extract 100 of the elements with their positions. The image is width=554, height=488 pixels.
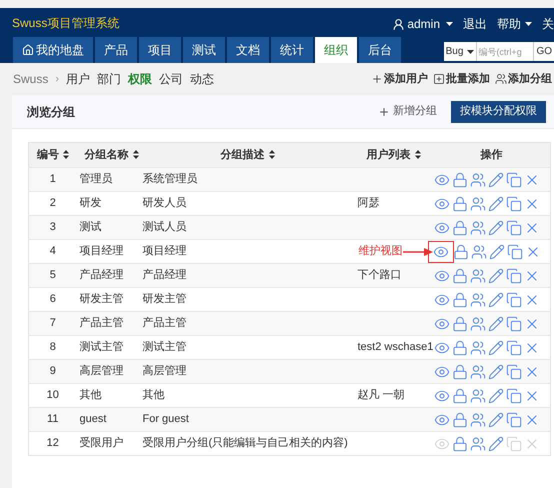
table-cell: For guest xyxy=(140,408,354,432)
lock-icon[interactable] xyxy=(452,292,468,308)
edit-icon[interactable] xyxy=(488,220,504,236)
lock-icon[interactable] xyxy=(452,388,468,404)
copy-icon[interactable] xyxy=(506,220,522,236)
search-type-select[interactable]: Bug xyxy=(444,42,478,61)
header-link[interactable]: 关 xyxy=(542,15,554,33)
lock-icon[interactable] xyxy=(452,244,468,260)
users-icon[interactable] xyxy=(470,316,486,332)
header-link[interactable]: 帮助 xyxy=(497,15,532,33)
edit-icon[interactable] xyxy=(488,388,504,404)
table-cell: 测试人员 xyxy=(140,216,354,240)
column-header[interactable]: 分组描述 xyxy=(140,142,354,168)
lock-icon[interactable] xyxy=(452,436,468,452)
lock-icon[interactable] xyxy=(452,412,468,428)
caret-icon xyxy=(467,50,474,54)
copy-icon[interactable] xyxy=(506,412,522,428)
assign-permissions-button[interactable]: 按模块分配权限 xyxy=(451,100,546,122)
edit-icon[interactable] xyxy=(488,316,504,332)
edit-icon[interactable] xyxy=(488,340,504,356)
column-header[interactable]: 用户列表 xyxy=(354,142,432,168)
copy-icon[interactable] xyxy=(506,340,522,356)
caret-icon xyxy=(525,22,532,26)
copy-icon[interactable] xyxy=(506,316,522,332)
copy-icon xyxy=(506,436,522,452)
nav-tab[interactable]: 组织 xyxy=(315,37,357,63)
users-icon[interactable] xyxy=(470,220,486,236)
users-icon[interactable] xyxy=(470,436,486,452)
copy-icon[interactable] xyxy=(506,268,522,284)
copy-icon[interactable] xyxy=(506,196,522,212)
sub-nav-link[interactable]: 权限 xyxy=(128,70,152,88)
lock-icon[interactable] xyxy=(452,196,468,212)
panel-title: 浏览分组 xyxy=(27,104,75,120)
nav-tab[interactable]: 产品 xyxy=(95,37,137,63)
sort-icon xyxy=(414,150,420,160)
edit-icon[interactable] xyxy=(488,268,504,284)
table-cell: 研发主管 xyxy=(76,288,140,312)
table-cell: 产品经理 xyxy=(140,264,354,288)
sub-nav-link[interactable]: 动态 xyxy=(190,70,214,88)
toolbar-link[interactable]: 添加用户 xyxy=(371,70,428,88)
lock-icon[interactable] xyxy=(452,340,468,356)
app-title: Swuss项目管理系统 xyxy=(12,14,120,32)
copy-icon[interactable] xyxy=(506,364,522,380)
sub-nav-link[interactable]: 用户 xyxy=(66,70,90,88)
table-cell: 2 xyxy=(28,192,76,216)
column-header[interactable]: 编号 xyxy=(28,142,76,168)
copy-icon[interactable] xyxy=(506,388,522,404)
table-cell: 12 xyxy=(28,432,76,456)
table-cell: 产品经理 xyxy=(76,264,140,288)
edit-icon[interactable] xyxy=(488,244,504,260)
column-header[interactable]: 分组名称 xyxy=(76,142,140,168)
search-field[interactable]: 编号(ctrl+g xyxy=(477,42,534,61)
edit-icon[interactable] xyxy=(488,436,504,452)
toolbar-link[interactable]: 添加分组 xyxy=(495,70,552,88)
table-cell: 产品主管 xyxy=(76,312,140,336)
home-icon xyxy=(22,44,34,56)
sub-nav-link[interactable]: 公司 xyxy=(159,70,184,88)
go-button[interactable]: GO xyxy=(533,42,554,61)
lock-icon[interactable] xyxy=(452,220,468,236)
lock-icon[interactable] xyxy=(452,364,468,380)
edit-icon[interactable] xyxy=(488,412,504,428)
add-group-link[interactable]: 新增分组 xyxy=(378,103,437,120)
edit-icon[interactable] xyxy=(488,196,504,212)
annotation-label: 维护视图 xyxy=(358,244,402,260)
edit-icon[interactable] xyxy=(488,364,504,380)
edit-icon[interactable] xyxy=(488,292,504,308)
nav-tab[interactable]: 统计 xyxy=(271,37,313,63)
lock-icon[interactable] xyxy=(452,172,468,188)
nav-tab[interactable]: 项目 xyxy=(139,37,181,63)
nav-tab[interactable]: 我的地盘 xyxy=(13,37,93,63)
table-cell: 4 xyxy=(28,240,76,264)
breadcrumb-link[interactable]: Swuss xyxy=(13,70,48,88)
user-menu[interactable]: admin xyxy=(392,15,453,33)
users-icon[interactable] xyxy=(470,412,486,428)
nav-tab[interactable]: 测试 xyxy=(183,37,225,63)
users-icon[interactable] xyxy=(470,364,486,380)
lock-icon[interactable] xyxy=(452,316,468,332)
plus-icon xyxy=(371,73,383,85)
copy-icon[interactable] xyxy=(506,244,522,260)
sort-icon xyxy=(132,150,138,160)
nav-tab[interactable]: 文档 xyxy=(227,37,269,63)
copy-icon[interactable] xyxy=(506,172,522,188)
users-icon[interactable] xyxy=(470,196,486,212)
users-icon[interactable] xyxy=(470,172,486,188)
toolbar-link[interactable]: 批量添加 xyxy=(433,70,490,88)
table-cell: 研发人员 xyxy=(140,192,354,216)
edit-icon[interactable] xyxy=(488,172,504,188)
users-icon[interactable] xyxy=(470,268,486,284)
copy-icon[interactable] xyxy=(506,292,522,308)
users-icon[interactable] xyxy=(470,244,486,260)
nav-tab[interactable]: 后台 xyxy=(359,37,401,63)
add-box-icon xyxy=(433,73,445,85)
table-cell: 高层管理 xyxy=(140,360,354,384)
users-icon[interactable] xyxy=(470,340,486,356)
users-icon[interactable] xyxy=(470,292,486,308)
table-cell: guest xyxy=(76,408,140,432)
lock-icon[interactable] xyxy=(452,268,468,284)
header-link[interactable]: 退出 xyxy=(463,15,487,33)
sub-nav-link[interactable]: 部门 xyxy=(97,70,122,88)
users-icon[interactable] xyxy=(470,388,486,404)
